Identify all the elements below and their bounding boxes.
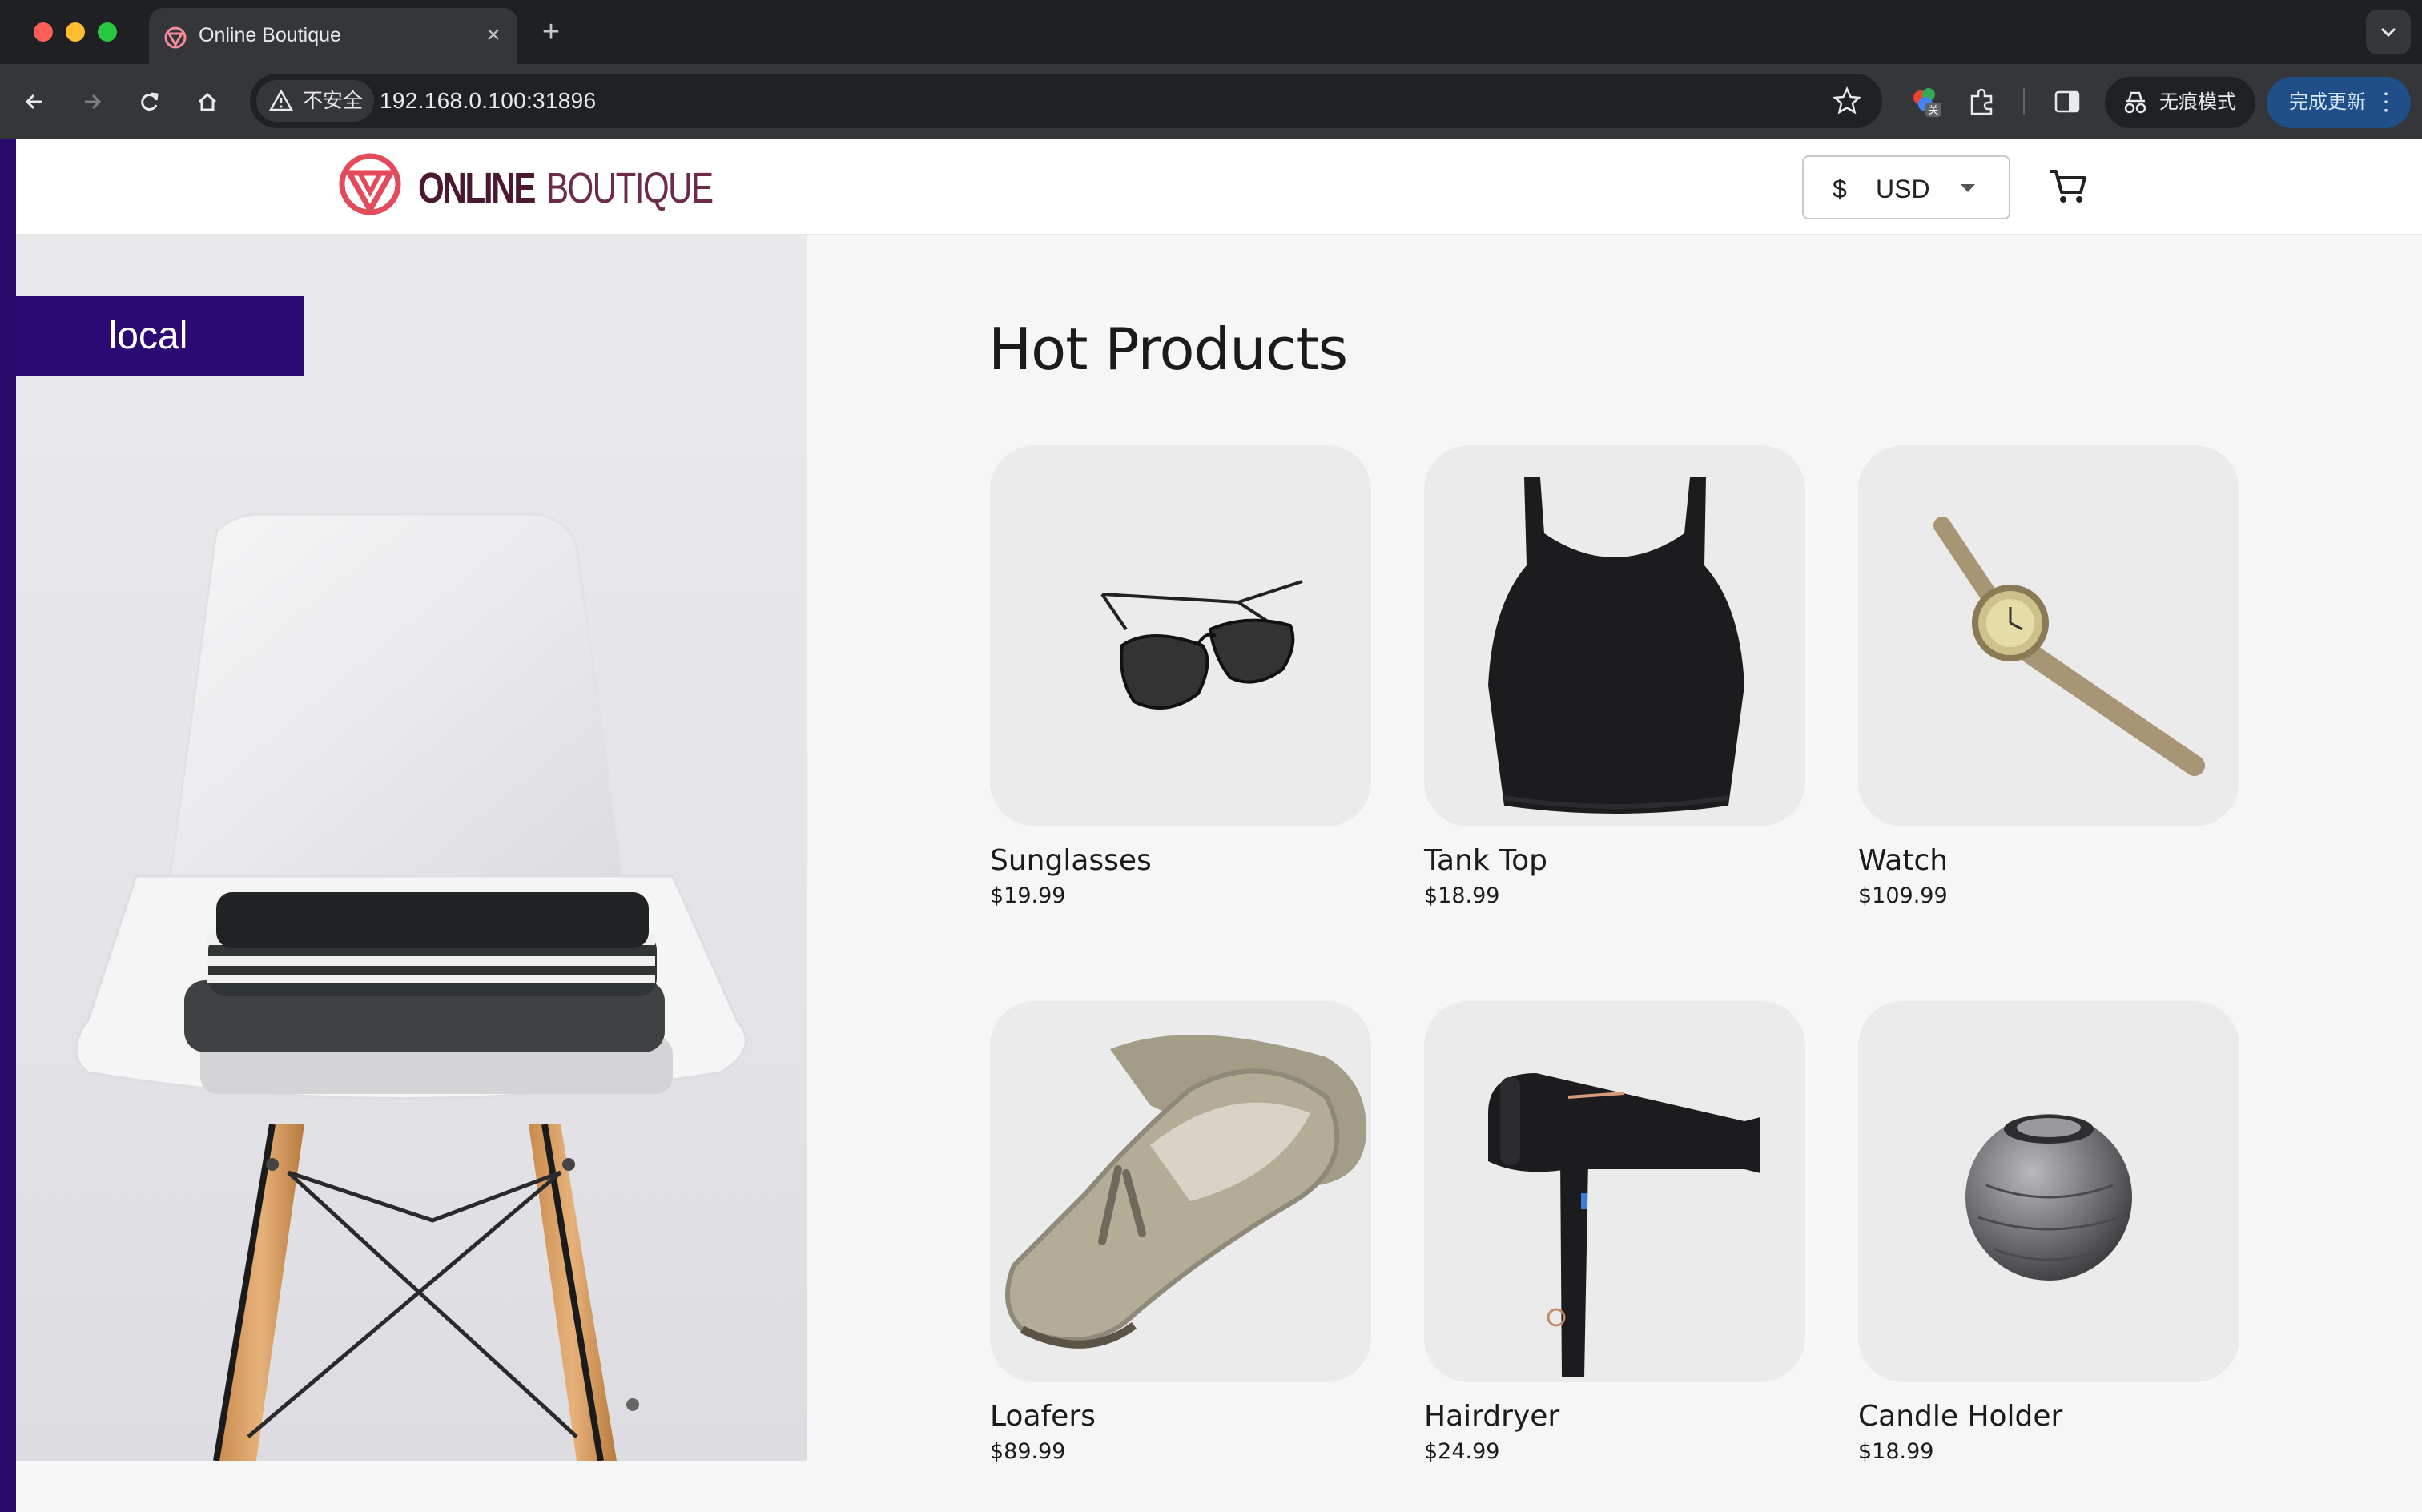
chair-with-clothes-image	[74, 513, 747, 1461]
currency-code: USD	[1876, 175, 1930, 203]
product-name[interactable]: Hairdryer	[1424, 1400, 1805, 1433]
extensions-puzzle-icon[interactable]	[1965, 85, 1999, 119]
home-button[interactable]	[187, 82, 227, 122]
product-image[interactable]	[1424, 1001, 1805, 1382]
browser-toolbar: 不安全 192.168.0.100:31896 关 无痕模式 完成更新 ⋮	[0, 64, 2422, 139]
tab-title: Online Boutique	[199, 24, 341, 46]
product-image[interactable]	[990, 445, 1371, 826]
hot-products-heading: Hot Products	[988, 316, 1348, 383]
product-name[interactable]: Tank Top	[1424, 844, 1805, 877]
logo-text-online[interactable]: ONLINE	[418, 163, 536, 213]
product-name[interactable]: Watch	[1858, 844, 2239, 877]
logo-text-boutique[interactable]: BOUTIQUE	[546, 163, 714, 213]
home-icon	[198, 92, 217, 111]
product-image[interactable]	[1858, 1001, 2239, 1382]
tab-close-icon[interactable]: ×	[479, 21, 508, 50]
warning-icon	[269, 89, 293, 111]
more-menu-icon[interactable]: ⋮	[2374, 77, 2398, 128]
currency-symbol: $	[1833, 175, 1847, 203]
candle-holder-image	[1965, 1114, 2132, 1281]
forward-button[interactable]	[72, 82, 112, 122]
boutique-favicon-icon	[164, 26, 187, 49]
incognito-indicator[interactable]: 无痕模式	[2105, 77, 2255, 128]
product-price: $18.99	[1858, 1439, 1934, 1464]
chevron-down-icon	[2380, 27, 2396, 38]
maximize-window-button[interactable]	[98, 22, 117, 42]
product-price: $18.99	[1424, 883, 1500, 908]
toolbar-divider	[2023, 88, 2025, 115]
loafers-image	[1005, 1035, 1366, 1349]
arrow-right-icon	[85, 94, 102, 110]
browser-tab-bar: Online Boutique × +	[0, 0, 2422, 64]
incognito-label: 无痕模式	[2159, 91, 2236, 113]
product-price: $89.99	[990, 1439, 1066, 1464]
incognito-icon	[2124, 91, 2146, 114]
sunglasses-image	[1100, 580, 1303, 710]
product-card-watch[interactable]: Watch $109.99	[1858, 445, 2239, 908]
product-card-tank-top[interactable]: Tank Top $18.99	[1424, 445, 1805, 908]
bookmark-star-icon[interactable]	[1831, 85, 1863, 117]
product-card-sunglasses[interactable]: Sunglasses $19.99	[990, 445, 1371, 908]
page-viewport: ONLINE BOUTIQUE $ USD local Hot Products…	[0, 139, 2422, 1512]
translate-extension-icon[interactable]: 关	[1909, 85, 1943, 119]
security-label: 不安全	[303, 90, 364, 112]
boutique-logo-icon[interactable]	[338, 151, 402, 218]
site-header: ONLINE BOUTIQUE $ USD	[16, 139, 2422, 235]
update-button[interactable]: 完成更新 ⋮	[2267, 77, 2411, 128]
hero-banner-image: local	[16, 235, 807, 1461]
update-label: 完成更新	[2289, 91, 2366, 113]
browser-tab-active[interactable]: Online Boutique ×	[149, 8, 517, 64]
product-price: $19.99	[990, 883, 1066, 908]
product-image[interactable]	[1424, 445, 1805, 826]
product-price: $24.99	[1424, 1439, 1500, 1464]
minimize-window-button[interactable]	[66, 22, 85, 42]
side-panel-icon[interactable]	[2050, 85, 2084, 119]
product-price: $109.99	[1858, 883, 1948, 908]
tab-search-button[interactable]	[2366, 10, 2411, 54]
extension-badge: 关	[1928, 105, 1938, 117]
product-name[interactable]: Loafers	[990, 1400, 1371, 1433]
back-button[interactable]	[14, 82, 54, 122]
url-text: 192.168.0.100:31896	[380, 88, 597, 113]
tank-top-image	[1488, 477, 1744, 814]
reload-button[interactable]	[130, 82, 170, 122]
hairdryer-image	[1488, 1073, 1760, 1377]
environment-badge: local	[16, 296, 304, 376]
watch-image	[1933, 517, 2205, 776]
address-bar[interactable]: 不安全 192.168.0.100:31896	[250, 74, 1882, 128]
new-tab-button[interactable]: +	[535, 16, 567, 48]
product-card-hairdryer[interactable]: Hairdryer $24.99	[1424, 1001, 1805, 1464]
shopping-cart-icon[interactable]	[2046, 163, 2090, 208]
currency-selector[interactable]: $ USD	[1802, 155, 2010, 219]
product-image[interactable]	[990, 1001, 1371, 1382]
arrow-left-icon	[25, 94, 42, 110]
close-window-button[interactable]	[34, 22, 53, 42]
product-name[interactable]: Candle Holder	[1858, 1400, 2239, 1433]
product-image[interactable]	[1858, 445, 2239, 826]
accent-strip	[0, 139, 16, 1512]
caret-down-icon	[1961, 184, 1975, 192]
product-card-loafers[interactable]: Loafers $89.99	[990, 1001, 1371, 1464]
product-card-candle-holder[interactable]: Candle Holder $18.99	[1858, 1001, 2239, 1464]
product-name[interactable]: Sunglasses	[990, 844, 1371, 877]
reload-icon	[141, 92, 159, 111]
site-info-button[interactable]: 不安全	[256, 80, 375, 122]
